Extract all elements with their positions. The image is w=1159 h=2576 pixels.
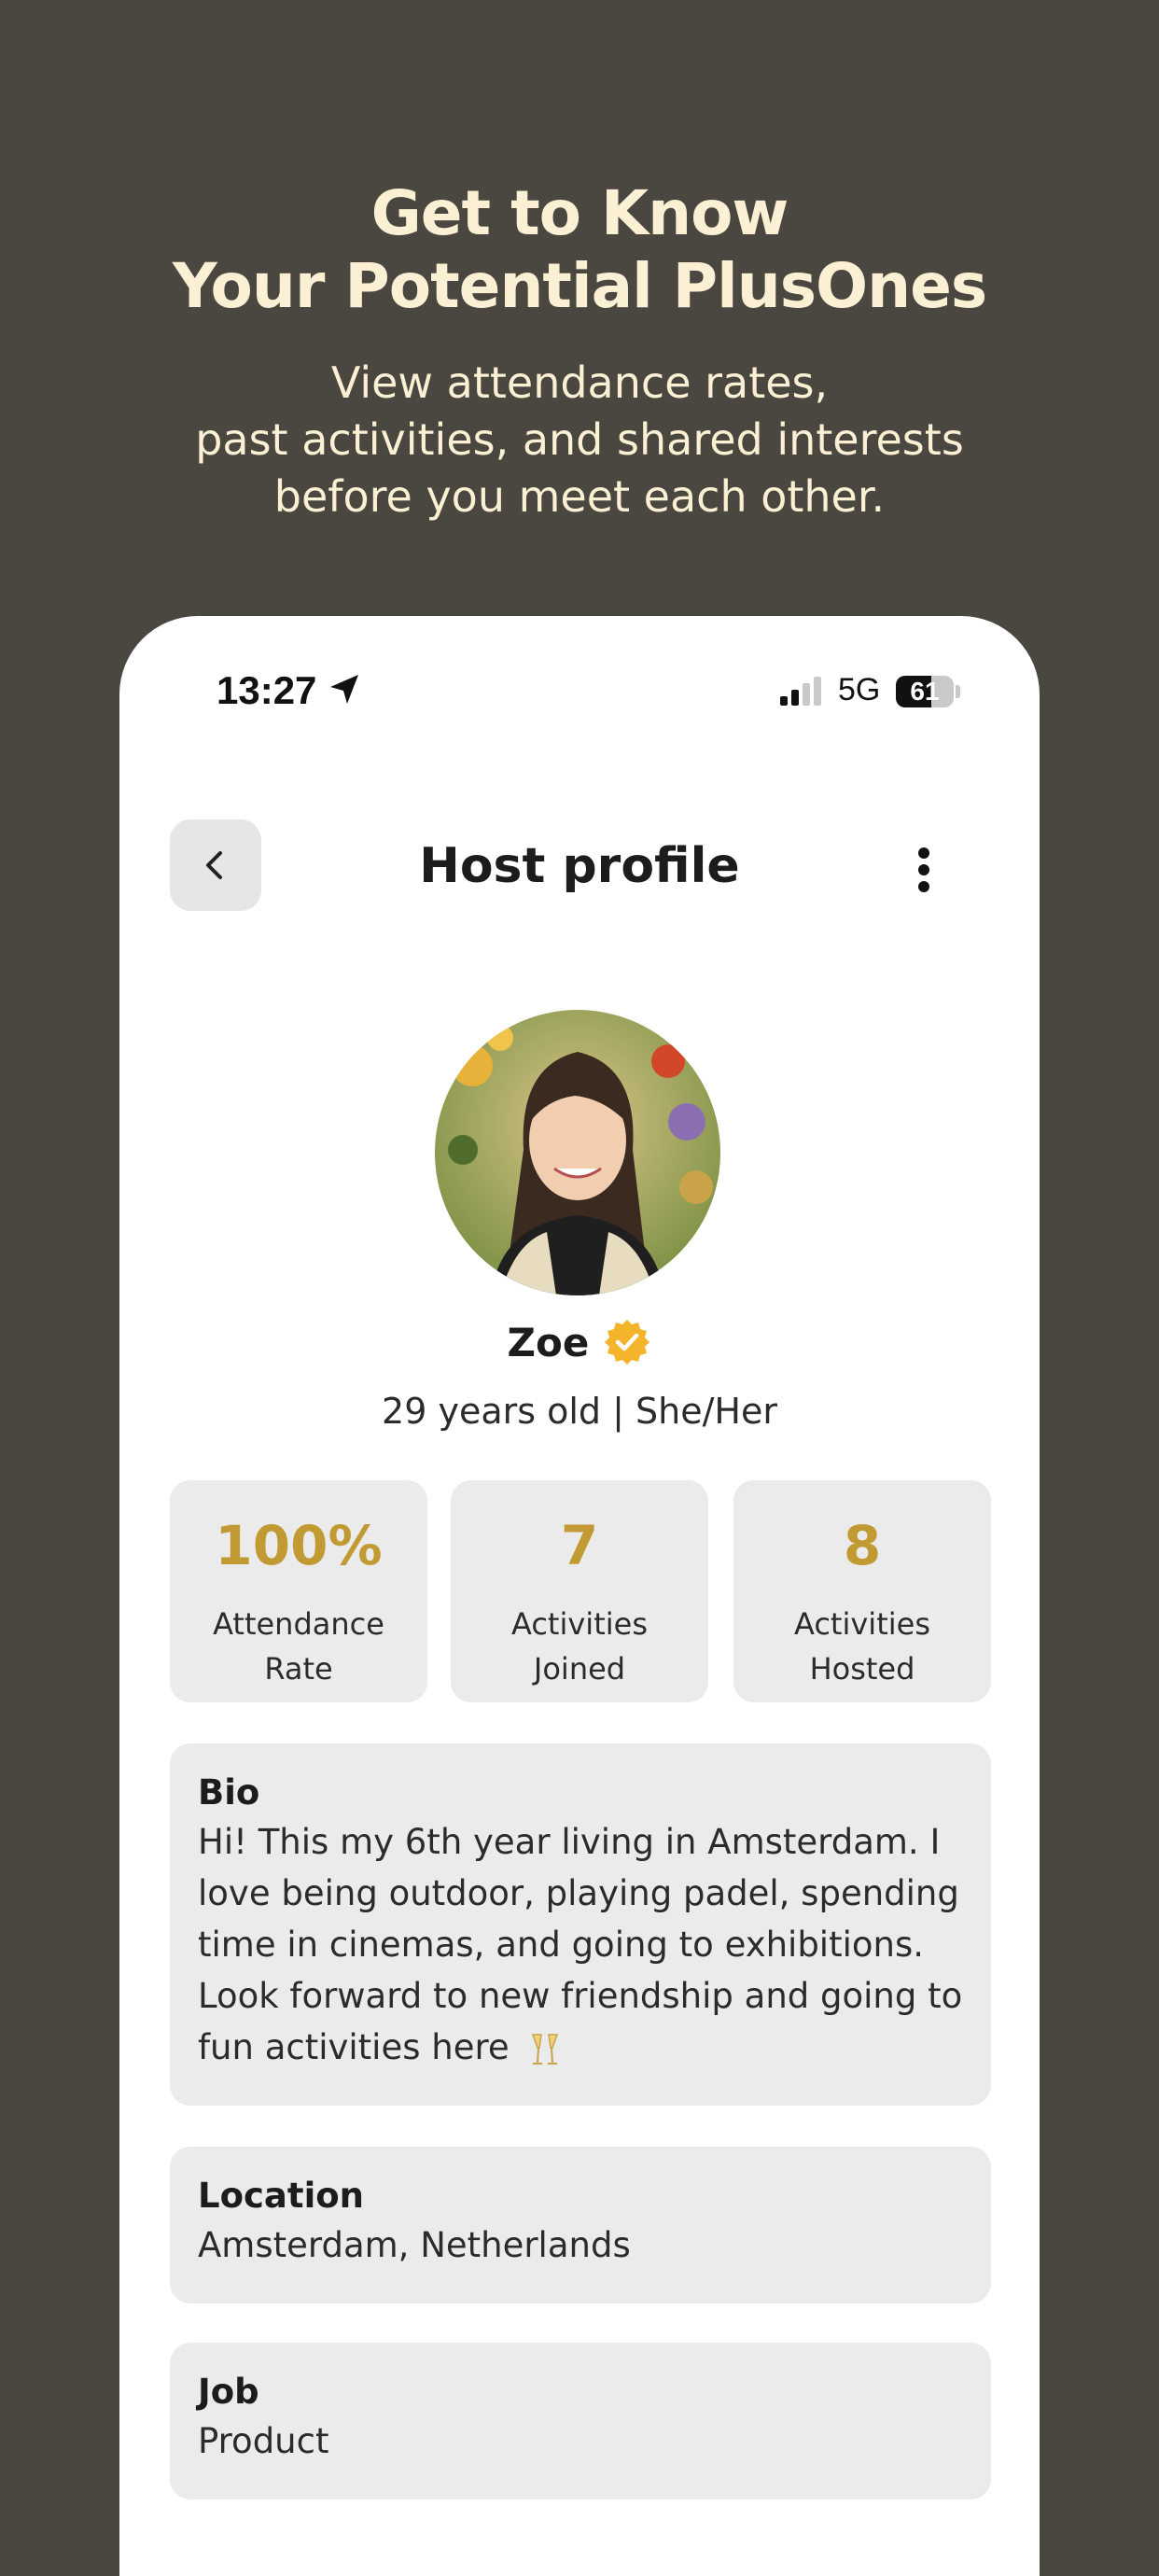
more-dot <box>918 881 929 892</box>
promo-subline: View attendance rates, past activities, … <box>0 355 1159 525</box>
job-title: Job <box>198 2372 259 2412</box>
stat-label-line: Activities <box>794 1606 930 1642</box>
stat-label: Activities Hosted <box>733 1602 991 1691</box>
location-arrow-icon <box>330 675 358 704</box>
stat-value: 8 <box>843 1514 882 1577</box>
promo-subline-line: before you meet each other. <box>273 471 886 522</box>
bio-line: time in cinemas, and going to exhibition… <box>198 1925 924 1965</box>
bio-line: love being outdoor, playing padel, spend… <box>198 1873 959 1913</box>
job-value: Product <box>198 2421 329 2461</box>
stat-label-line: Hosted <box>809 1651 915 1687</box>
cellular-signal-icon <box>780 677 821 706</box>
profile-name: Zoe <box>507 1319 590 1365</box>
stat-label-line: Attendance <box>213 1606 384 1642</box>
bio-title: Bio <box>198 1772 260 1813</box>
status-bar: 13:27 5G 61 <box>119 616 1040 765</box>
battery-level: 61 <box>910 677 940 706</box>
location-title: Location <box>198 2176 365 2216</box>
stat-label-line: Joined <box>533 1651 626 1687</box>
verified-badge-icon <box>605 1320 650 1365</box>
bio-card: Bio Hi! This my 6th year living in Amste… <box>170 1743 991 2106</box>
status-time: 13:27 <box>216 668 317 712</box>
stat-label: Activities Joined <box>451 1602 708 1691</box>
more-dot <box>918 847 929 859</box>
stat-activities-joined: 7 Activities Joined <box>451 1480 708 1702</box>
avatar[interactable] <box>435 1010 720 1295</box>
battery-icon: 61 <box>896 676 954 707</box>
chevron-left-icon <box>206 851 222 879</box>
more-options-button[interactable] <box>896 827 952 911</box>
promo-headline: Get to Know Your Potential PlusOnes <box>0 177 1159 323</box>
bio-last-line: fun activities here <box>198 2022 963 2073</box>
stat-label-line: Rate <box>264 1651 333 1687</box>
bio-line: fun activities here <box>198 2027 510 2067</box>
phone-screen: 13:27 5G 61 Host profile Zoe 29 years ol… <box>119 616 1040 2576</box>
more-dot <box>918 864 929 875</box>
clinking-glasses-icon <box>532 2033 559 2065</box>
promo-headline-line: Get to Know <box>370 177 789 249</box>
bio-line: Hi! This my 6th year living in Amsterdam… <box>198 1822 941 1862</box>
job-card: Job Product <box>170 2343 991 2499</box>
location-value: Amsterdam, Netherlands <box>198 2225 631 2265</box>
back-button[interactable] <box>170 819 261 911</box>
battery-cap <box>956 685 960 698</box>
stat-value: 7 <box>560 1514 599 1577</box>
stat-activities-hosted: 8 Activities Hosted <box>733 1480 991 1702</box>
network-type: 5G <box>838 672 881 707</box>
promo-headline-line: Your Potential PlusOnes <box>172 250 987 322</box>
profile-meta: 29 years old | She/Her <box>382 1391 777 1432</box>
promo-background: Get to Know Your Potential PlusOnes View… <box>0 0 1159 2576</box>
stat-label: Attendance Rate <box>170 1602 427 1691</box>
promo-subline-line: past activities, and shared interests <box>195 414 964 465</box>
promo-subline-line: View attendance rates, <box>330 357 829 408</box>
location-card: Location Amsterdam, Netherlands <box>170 2147 991 2303</box>
page-title: Host profile <box>419 838 740 894</box>
stat-attendance-rate: 100% Attendance Rate <box>170 1480 427 1702</box>
profile-name-row: Zoe <box>119 1318 1040 1366</box>
stat-label-line: Activities <box>511 1606 648 1642</box>
bio-line: Look forward to new friendship and going… <box>198 1976 963 2016</box>
stat-value: 100% <box>215 1514 383 1577</box>
